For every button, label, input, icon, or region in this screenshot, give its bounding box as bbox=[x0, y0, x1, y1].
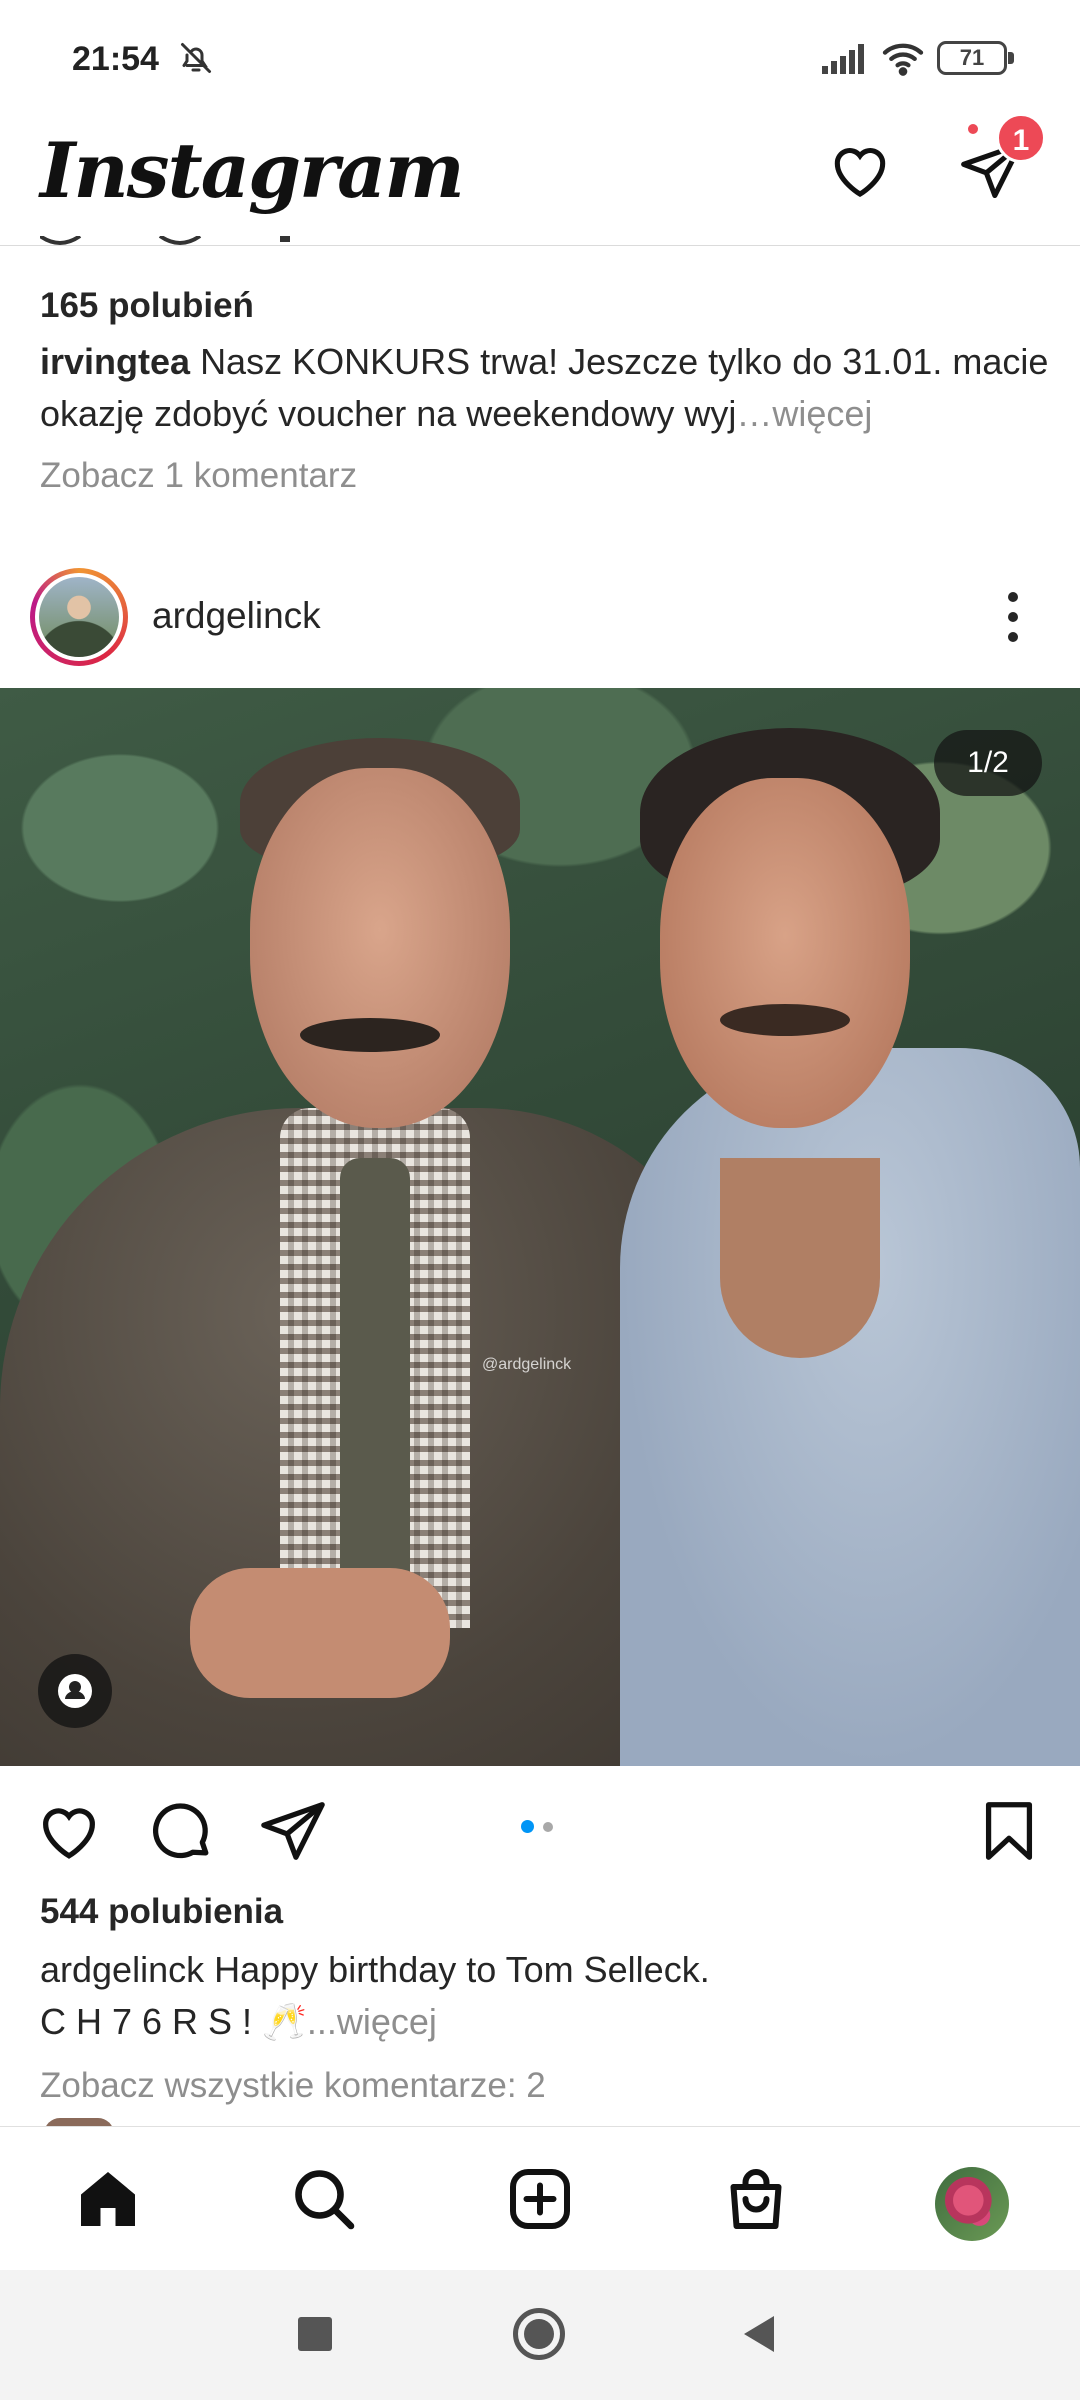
caption-text-2: C H 7 6 R S ! 🥂 bbox=[40, 2001, 307, 2042]
home-icon[interactable] bbox=[72, 2163, 144, 2235]
previous-post-comments-link[interactable]: Zobacz 1 komentarz bbox=[40, 456, 357, 496]
post-comments-link[interactable]: Zobacz wszystkie komentarze: 2 bbox=[40, 2066, 546, 2106]
carousel-dot bbox=[543, 1822, 553, 1832]
search-icon[interactable] bbox=[288, 2163, 360, 2235]
battery-level: 71 bbox=[959, 45, 985, 70]
profile-notification-dot bbox=[968, 124, 978, 134]
save-bookmark-icon[interactable] bbox=[974, 1796, 1044, 1866]
photo-person-right-chest bbox=[720, 1158, 880, 1358]
photo-hands bbox=[190, 1568, 450, 1698]
system-navigation-bar bbox=[0, 2270, 1080, 2400]
story-avatar[interactable] bbox=[30, 568, 128, 666]
photo-person-left-face bbox=[250, 768, 510, 1128]
bottom-navigation bbox=[0, 2126, 1080, 2270]
caption-text: Nasz KONKURS trwa! Jeszcze tylko do 31.0… bbox=[40, 341, 1049, 434]
more-options-icon[interactable] bbox=[996, 587, 1030, 647]
media-counter: 1/2 bbox=[934, 730, 1042, 796]
user-tag-icon bbox=[58, 1674, 92, 1708]
status-time: 21:54 bbox=[72, 40, 159, 78]
shop-bag-icon[interactable] bbox=[720, 2163, 792, 2235]
caption-more-link[interactable]: ...więcej bbox=[307, 2001, 437, 2042]
caption-line-1: ardgelinck Happy birthday to Tom Selleck… bbox=[40, 1944, 1050, 1996]
back-icon[interactable] bbox=[744, 2316, 774, 2352]
caption-text: Happy birthday to Tom Selleck. bbox=[214, 1949, 710, 1990]
comment-icon[interactable] bbox=[146, 1796, 216, 1866]
caption-line-2: C H 7 6 R S ! 🥂...więcej bbox=[40, 1996, 1050, 2048]
profile-avatar[interactable] bbox=[935, 2167, 1009, 2241]
photo-person-right-shirt bbox=[620, 1048, 1080, 1766]
battery-icon: 71 bbox=[937, 41, 1014, 75]
photo-person-left-mustache bbox=[300, 1018, 440, 1052]
photo-watermark: @ardgelinck bbox=[482, 1356, 572, 1373]
wifi-icon bbox=[882, 43, 924, 76]
post-image[interactable]: @ardgelinck 1/2 bbox=[0, 688, 1080, 1766]
carousel-indicator bbox=[521, 1818, 561, 1834]
photo-person-right-mustache bbox=[720, 1004, 850, 1036]
signal-icon bbox=[822, 44, 864, 74]
share-icon[interactable] bbox=[258, 1796, 328, 1866]
home-button-icon[interactable] bbox=[513, 2308, 565, 2360]
post-username[interactable]: ardgelinck bbox=[152, 595, 321, 637]
status-bar: 21:54 71 bbox=[0, 0, 1080, 118]
caption-username[interactable]: irvingtea bbox=[40, 341, 190, 382]
like-heart-icon[interactable] bbox=[34, 1796, 104, 1866]
caption-more-link[interactable]: …więcej bbox=[736, 393, 872, 434]
dm-notification-badge: 1 bbox=[996, 113, 1046, 163]
recent-apps-icon[interactable] bbox=[298, 2317, 332, 2351]
app-header: Instagram bbox=[0, 118, 1080, 246]
instagram-logo[interactable]: Instagram bbox=[40, 126, 465, 215]
photo-person-right-face bbox=[660, 778, 910, 1128]
caption-username[interactable]: ardgelinck bbox=[40, 1949, 204, 1990]
tagged-people-button[interactable] bbox=[38, 1654, 112, 1728]
post-header: ardgelinck bbox=[0, 565, 1080, 685]
previous-post-likes[interactable]: 165 polubień bbox=[40, 286, 254, 326]
previous-post-caption: irvingtea Nasz KONKURS trwa! Jeszcze tyl… bbox=[40, 336, 1050, 440]
avatar bbox=[39, 577, 119, 657]
previous-post-action-icons bbox=[40, 236, 290, 245]
post-likes[interactable]: 544 polubienia bbox=[40, 1892, 283, 1932]
post-caption: ardgelinck Happy birthday to Tom Selleck… bbox=[40, 1944, 1050, 2048]
bell-off-icon bbox=[181, 43, 211, 73]
photo-person-left-tie bbox=[340, 1158, 410, 1628]
activity-heart-icon[interactable] bbox=[826, 136, 894, 204]
post-action-row bbox=[0, 1766, 1080, 1886]
carousel-dot-active bbox=[521, 1820, 534, 1833]
create-post-icon[interactable] bbox=[504, 2163, 576, 2235]
